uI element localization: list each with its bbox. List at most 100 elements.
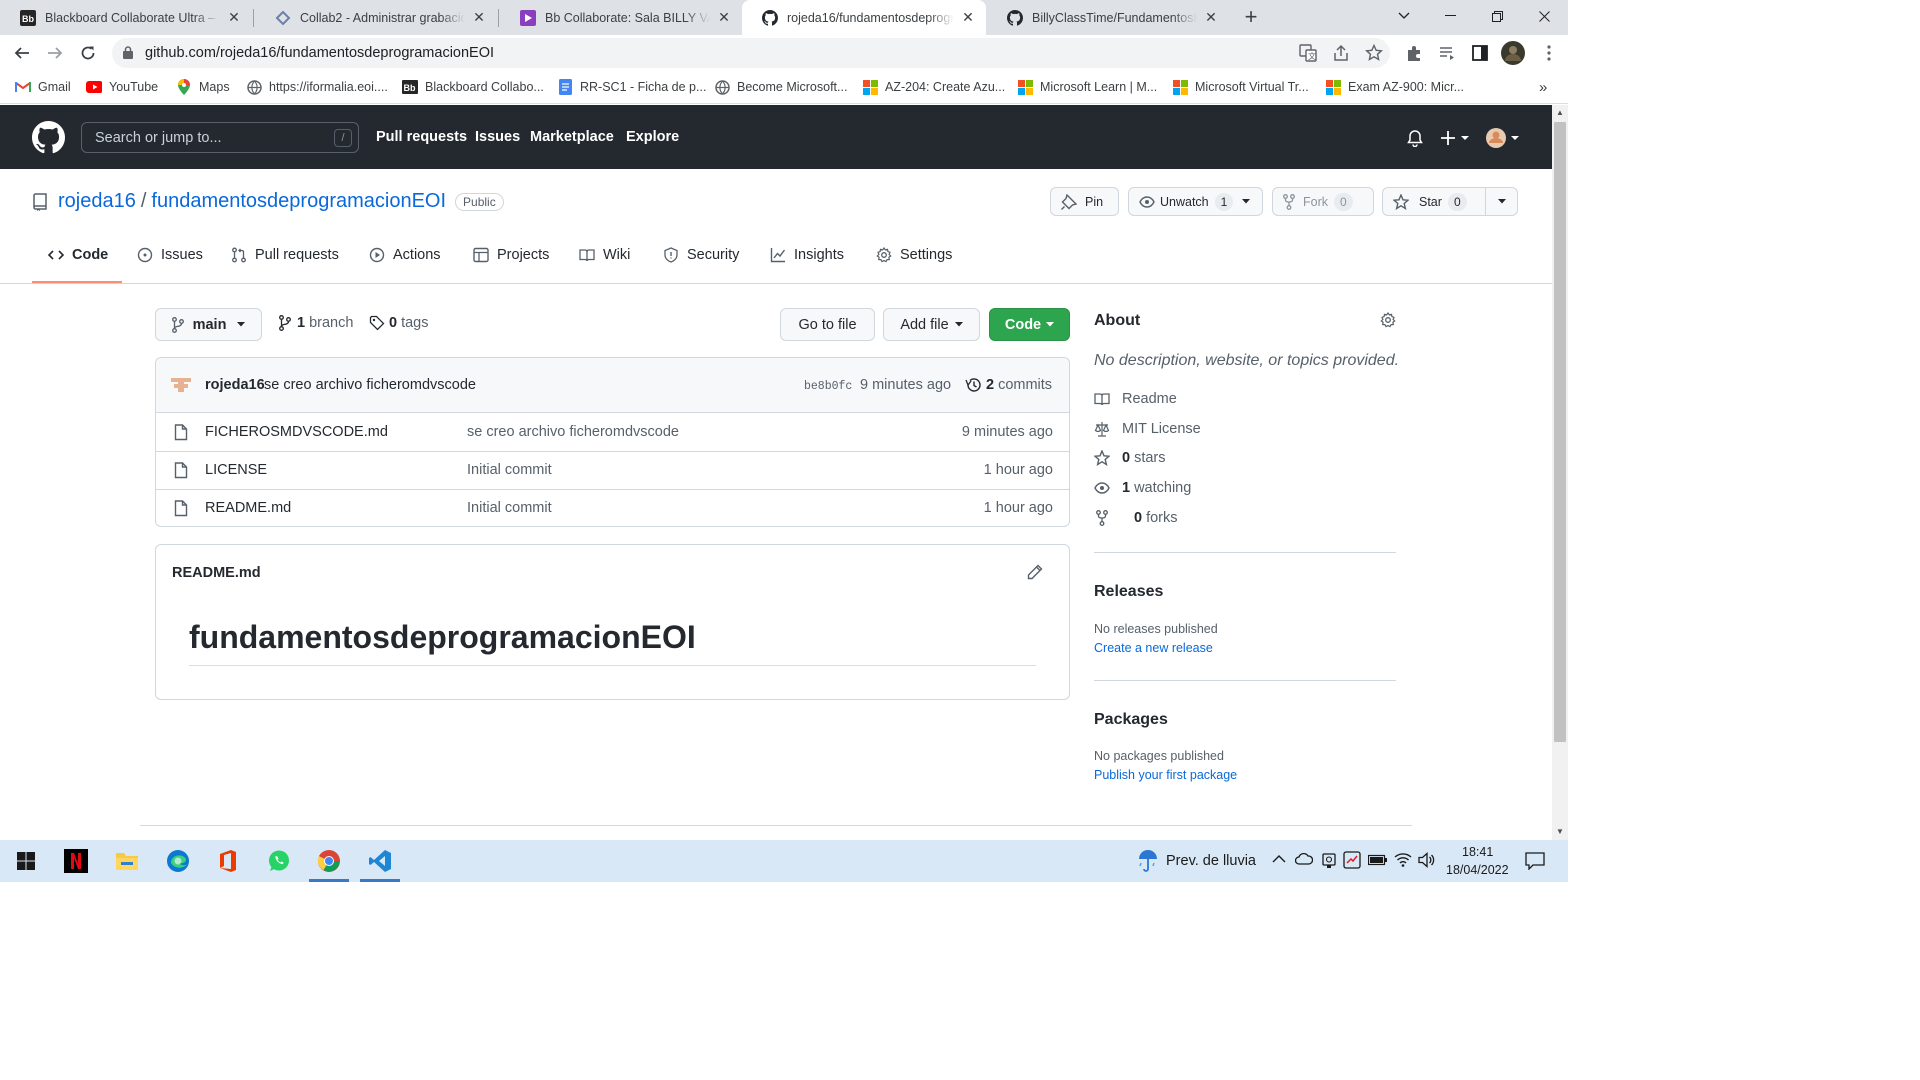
close-window-icon[interactable] (1521, 0, 1567, 32)
nav-explore[interactable]: Explore (626, 129, 679, 145)
clock-date[interactable]: 18/04/2022 (1446, 863, 1509, 877)
github-search-input[interactable]: Search or jump to... / (81, 122, 359, 153)
nav-pull-requests[interactable]: Pull requests (376, 129, 467, 145)
chrome-icon[interactable] (305, 840, 353, 882)
bookmark-maps[interactable]: Maps (176, 78, 230, 96)
translate-icon[interactable]: 文 (1299, 44, 1317, 62)
back-icon[interactable] (6, 37, 38, 69)
branch-selector[interactable]: main (155, 308, 262, 341)
vscode-icon[interactable] (356, 840, 404, 882)
scroll-up-arrow-icon[interactable]: ▲ (1555, 108, 1565, 118)
restore-icon[interactable] (1474, 0, 1520, 32)
extensions-icon[interactable] (1400, 39, 1428, 67)
close-tab-icon[interactable]: ✕ (716, 9, 732, 26)
weather-text[interactable]: Prev. de lluvia (1166, 853, 1256, 869)
nav-issues[interactable]: Issues (475, 129, 520, 145)
close-tab-icon[interactable]: ✕ (1203, 9, 1219, 26)
bookmark-az-204[interactable]: AZ-204: Create Azu... (862, 78, 1005, 96)
share-icon[interactable] (1332, 44, 1350, 62)
browser-menu-icon[interactable] (1535, 39, 1563, 67)
file-name-link[interactable]: LICENSE (205, 462, 267, 478)
unwatch-button[interactable]: Unwatch 1 (1128, 187, 1263, 216)
close-tab-icon[interactable]: ✕ (226, 9, 242, 26)
commit-message-link[interactable]: se creo archivo ficheromdvscode (264, 377, 476, 393)
browser-tab-active[interactable]: rojeda16/fundamentosdeprogramacionEOI ✕ (742, 0, 986, 35)
about-settings-gear-icon[interactable] (1380, 312, 1396, 328)
address-bar[interactable]: github.com/rojeda16/fundamentosdeprogram… (112, 38, 1390, 68)
whatsapp-icon[interactable] (255, 840, 303, 882)
forward-icon[interactable] (39, 37, 71, 69)
tab-wiki[interactable]: Wiki (579, 247, 630, 263)
star-button[interactable]: Star 0 (1382, 187, 1486, 216)
stars-link[interactable]: 0 stars (1094, 450, 1166, 466)
create-release-link[interactable]: Create a new release (1094, 641, 1213, 655)
releases-title[interactable]: Releases (1094, 583, 1163, 601)
commits-history-link[interactable]: 2 commits (965, 377, 1052, 393)
go-to-file-button[interactable]: Go to file (780, 308, 875, 341)
commit-author-avatar[interactable] (170, 374, 192, 396)
side-panel-icon[interactable] (1466, 39, 1494, 67)
file-name-link[interactable]: FICHEROSMDVSCODE.md (205, 424, 388, 440)
volume-icon[interactable] (1418, 852, 1436, 868)
file-name-link[interactable]: README.md (205, 500, 291, 516)
bookmark-exam-az-900[interactable]: Exam AZ-900: Micr... (1325, 78, 1464, 96)
lock-icon[interactable] (123, 46, 133, 59)
bookmark-rr-sc1[interactable]: RR-SC1 - Ficha de p... (557, 78, 706, 96)
bookmark-iformalia[interactable]: https://iformalia.eoi.... (246, 78, 388, 96)
file-row[interactable]: LICENSE Initial commit 1 hour ago (156, 451, 1069, 489)
create-new-plus-icon[interactable] (1440, 128, 1470, 148)
repo-owner-link[interactable]: rojeda16 (58, 190, 136, 213)
tab-projects[interactable]: Projects (473, 247, 549, 263)
edge-icon[interactable] (154, 840, 202, 882)
close-tab-icon[interactable]: ✕ (960, 9, 976, 26)
bookmark-gmail[interactable]: Gmail (15, 78, 71, 96)
readme-link[interactable]: Readme (1094, 391, 1177, 407)
pin-button[interactable]: Pin (1050, 187, 1119, 216)
clock-time[interactable]: 18:41 (1462, 845, 1493, 859)
office-icon[interactable] (204, 840, 252, 882)
github-logo-icon[interactable] (32, 121, 65, 154)
wifi-icon[interactable] (1394, 851, 1412, 867)
commit-author-link[interactable]: rojeda16 (205, 377, 265, 393)
code-download-button[interactable]: Code (989, 308, 1070, 341)
file-commit-message[interactable]: Initial commit (467, 500, 552, 516)
file-row[interactable]: FICHEROSMDVSCODE.md se creo archivo fich… (156, 414, 1069, 452)
tab-search-icon[interactable] (1381, 0, 1427, 32)
more-bookmarks-icon[interactable]: » (1539, 78, 1547, 96)
tab-actions[interactable]: Actions (369, 247, 441, 263)
new-tab-icon[interactable]: + (1238, 4, 1264, 30)
browser-tab[interactable]: Collab2 - Administrar grabaciones ✕ (255, 0, 497, 35)
browser-tab[interactable]: BillyClassTime/FundamentosProgramacion ✕ (987, 0, 1229, 35)
netflix-icon[interactable] (52, 840, 100, 882)
browser-tab[interactable]: Bb Blackboard Collaborate Ultra – Cl ✕ (0, 0, 252, 35)
device-icon[interactable] (1321, 851, 1337, 869)
fork-button[interactable]: Fork 0 (1272, 187, 1374, 216)
profile-avatar[interactable] (1499, 39, 1527, 67)
edit-pencil-icon[interactable] (1027, 564, 1043, 580)
forks-link[interactable]: 0 forks (1094, 510, 1178, 526)
url-text[interactable]: github.com/rojeda16/fundamentosdeprogram… (145, 45, 494, 61)
weather-rain-icon[interactable] (1137, 849, 1159, 873)
license-link[interactable]: MIT License (1094, 421, 1201, 437)
meet-now-icon[interactable] (1343, 851, 1361, 869)
close-tab-icon[interactable]: ✕ (471, 9, 487, 26)
packages-title[interactable]: Packages (1094, 711, 1168, 729)
onedrive-cloud-icon[interactable] (1295, 852, 1313, 866)
tab-security[interactable]: Security (663, 247, 739, 263)
bookmark-become-microsoft[interactable]: Become Microsoft... (714, 78, 847, 96)
bookmark-microsoft-learn[interactable]: Microsoft Learn | M... (1017, 78, 1157, 96)
tags-link[interactable]: 0 tags (369, 315, 429, 331)
reload-icon[interactable] (72, 37, 104, 69)
browser-tab[interactable]: Bb Collaborate: Sala BILLY VANEGAS ✕ (500, 0, 742, 35)
watching-link[interactable]: 1 watching (1094, 480, 1191, 496)
branches-link[interactable]: 1 branch (279, 315, 353, 331)
tab-issues[interactable]: Issues (137, 247, 203, 263)
file-row[interactable]: README.md Initial commit 1 hour ago (156, 489, 1069, 526)
file-commit-message[interactable]: se creo archivo ficheromdvscode (467, 424, 679, 440)
star-lists-dropdown[interactable] (1485, 187, 1518, 216)
bookmark-star-icon[interactable] (1365, 44, 1383, 62)
nav-marketplace[interactable]: Marketplace (530, 129, 614, 145)
tab-pull-requests[interactable]: Pull requests (231, 247, 339, 263)
battery-icon[interactable] (1368, 854, 1388, 866)
repo-name-link[interactable]: fundamentosdeprogramacionEOI (151, 190, 446, 213)
